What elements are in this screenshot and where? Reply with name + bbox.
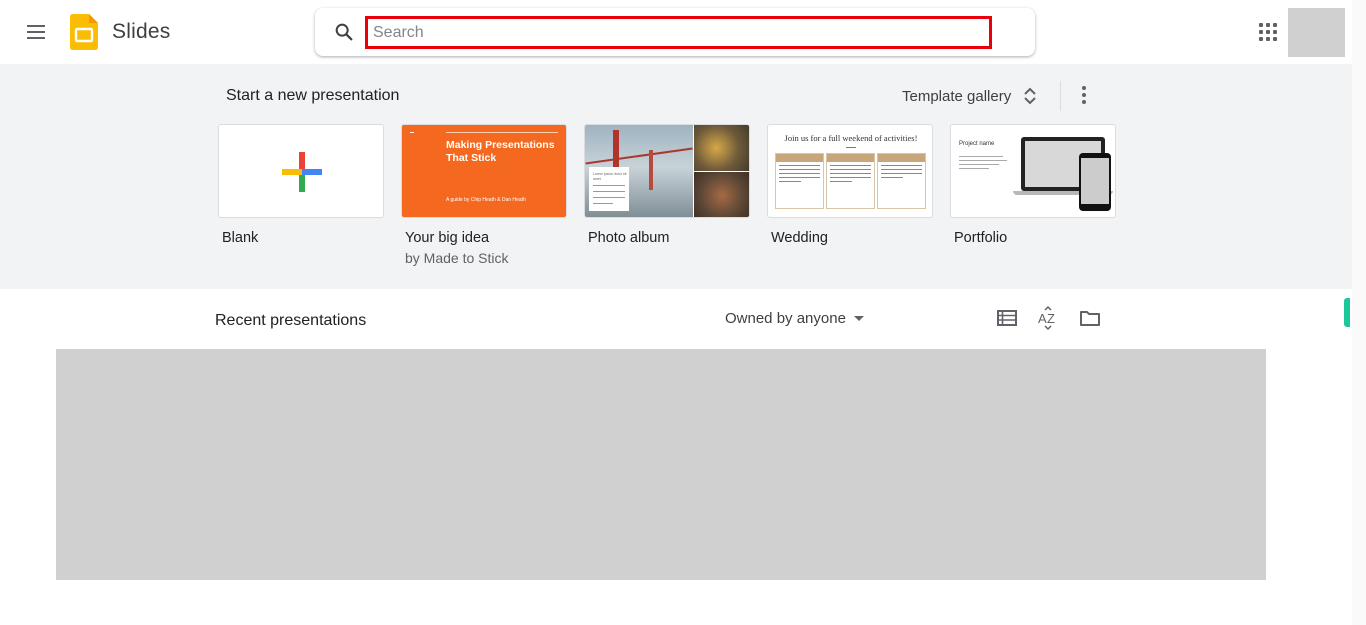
app-name[interactable]: Slides (112, 20, 170, 44)
template-name: Your big idea (405, 230, 490, 246)
search-box (315, 8, 1035, 56)
thumbnail-title: Project name (959, 141, 995, 147)
account-avatar[interactable] (1288, 8, 1345, 57)
apps-grid-icon[interactable] (1257, 21, 1279, 43)
template-your-big-idea[interactable]: Making Presentations That Stick A guide … (401, 124, 567, 266)
template-name: Blank (222, 230, 259, 246)
template-wedding[interactable]: Join us for a full weekend of activities… (767, 124, 933, 246)
search-input[interactable] (365, 16, 992, 49)
template-name: Photo album (588, 230, 670, 246)
recent-section-title: Recent presentations (215, 312, 367, 329)
bridge-photo: Lorem ipsum dolor sit amet (585, 125, 693, 217)
caret-down-icon (853, 315, 864, 321)
colorful-plus-icon (282, 152, 322, 192)
template-subtitle: by Made to Stick (405, 250, 509, 266)
recent-presentations-list[interactable] (56, 349, 1266, 580)
template-gallery-button[interactable]: Template gallery (896, 78, 1043, 114)
template-name: Wedding (771, 230, 828, 246)
main-menu-button[interactable] (20, 16, 52, 48)
template-gallery-label: Template gallery (902, 87, 1012, 105)
owner-filter-dropdown[interactable]: Owned by anyone (720, 306, 869, 330)
slides-logo-icon[interactable] (70, 14, 98, 50)
thumbnail-subtitle: A guide by Chip Heath & Dan Heath (446, 197, 526, 203)
side-panel-toggle[interactable] (1344, 298, 1350, 327)
svg-text:A: A (1038, 311, 1047, 326)
thumbnail-title: Making Presentations That Stick (446, 139, 555, 164)
top-header: Slides (0, 0, 1366, 64)
template-thumbnail[interactable]: Join us for a full weekend of activities… (767, 124, 933, 218)
sort-az-icon[interactable]: A Z (1035, 305, 1061, 331)
template-thumbnail[interactable]: Making Presentations That Stick A guide … (401, 124, 567, 218)
more-vert-icon[interactable] (1074, 82, 1094, 108)
section-title: Start a new presentation (226, 87, 400, 104)
template-section: Start a new presentation Template galler… (0, 64, 1352, 289)
leaf-photo (694, 125, 749, 171)
template-thumbnail[interactable] (218, 124, 384, 218)
svg-text:Z: Z (1047, 311, 1055, 326)
page-scrollbar[interactable] (1352, 0, 1366, 625)
search-icon[interactable] (333, 21, 355, 43)
table-photo (694, 172, 749, 217)
thumbnail-title: Join us for a full weekend of activities… (784, 133, 918, 143)
hamburger-menu-icon (27, 25, 45, 27)
unfold-more-icon (1024, 87, 1036, 105)
divider (1060, 81, 1061, 111)
folder-icon[interactable] (1077, 305, 1103, 331)
template-photo-album[interactable]: Lorem ipsum dolor sit amet Photo album (584, 124, 750, 246)
template-blank[interactable]: Blank (218, 124, 384, 246)
template-thumbnail[interactable]: Project name (950, 124, 1116, 218)
template-portfolio[interactable]: Project name Portfolio (950, 124, 1116, 246)
template-thumbnail[interactable]: Lorem ipsum dolor sit amet (584, 124, 750, 218)
owner-filter-label: Owned by anyone (725, 309, 846, 327)
phone-illustration (1079, 153, 1111, 211)
list-view-icon[interactable] (994, 305, 1020, 331)
template-name: Portfolio (954, 230, 1008, 246)
